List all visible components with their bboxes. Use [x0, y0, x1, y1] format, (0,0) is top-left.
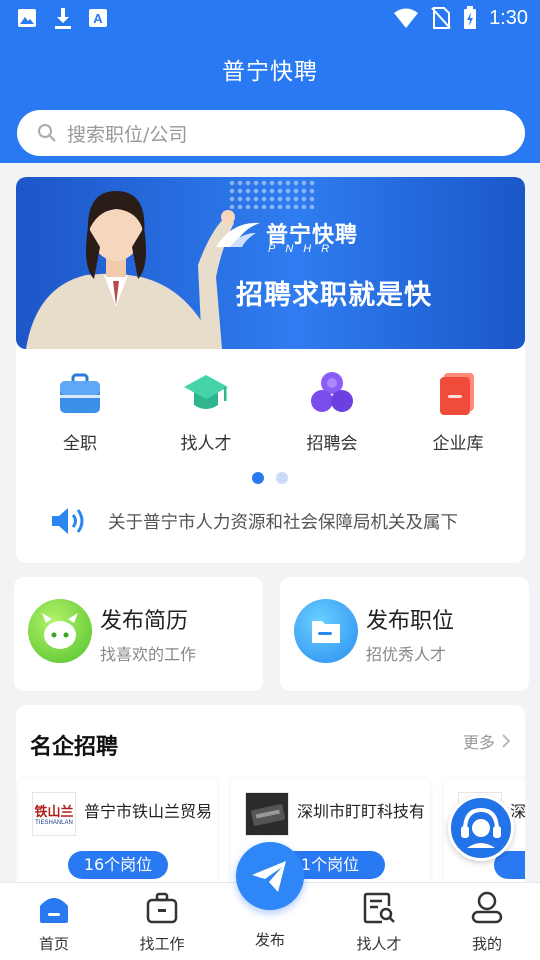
smiley-monster-icon	[42, 613, 78, 649]
app-header: A 1:30 普宁快聘 搜索职位/公司	[0, 0, 540, 163]
briefcase-icon	[60, 373, 100, 413]
status-time: 1:30	[489, 6, 528, 29]
tab-profile[interactable]: 我的	[447, 891, 527, 954]
company-name: 深圳市盯盯科技有限公司	[297, 802, 425, 821]
customer-service-button[interactable]	[448, 795, 514, 861]
post-job-title: 发布职位	[366, 609, 455, 634]
profile-icon	[471, 891, 503, 924]
tab-find-job[interactable]: 找工作	[122, 891, 202, 954]
tab-label: 首页	[38, 935, 69, 953]
section-title: 名企招聘	[30, 735, 119, 760]
svg-text:A: A	[93, 11, 103, 26]
company-logo-image	[251, 804, 285, 826]
image-notification-icon	[18, 9, 36, 27]
banner-brand-sub: PNHR	[268, 243, 340, 255]
people-group-icon	[311, 372, 353, 412]
post-job-subtitle: 招优秀人才	[366, 645, 447, 664]
notice-bar[interactable]: 关于普宁市人力资源和社会保障局机关及属下	[50, 505, 458, 537]
banner-dot-pattern	[228, 179, 318, 209]
pager-dot	[276, 472, 288, 484]
talent-search-icon	[363, 892, 395, 924]
post-resume-card[interactable]: 发布简历 找喜欢的工作	[14, 577, 263, 691]
category-label: 找人才	[180, 434, 232, 454]
post-resume-subtitle: 找喜欢的工作	[100, 645, 197, 664]
tab-label: 发布	[254, 931, 285, 949]
brand-logo-icon	[216, 222, 260, 247]
company-logo-subtext: TIESHANLAN	[35, 820, 73, 826]
notice-text: 关于普宁市人力资源和社会保障局机关及属下	[108, 512, 458, 533]
home-icon	[40, 898, 68, 923]
category-grid: 全职 找人才 招聘会 企业库	[16, 369, 525, 459]
app-notification-icon: A	[89, 9, 107, 27]
company-jobs-badge[interactable]: 16个岗位	[68, 851, 168, 879]
tab-label: 我的	[471, 935, 502, 953]
category-fulltime[interactable]: 全职	[30, 369, 130, 454]
search-placeholder: 搜索职位/公司	[67, 123, 188, 146]
page-title: 普宁快聘	[222, 59, 318, 85]
company-name: 普宁市铁山兰贸易	[84, 802, 212, 821]
download-notification-icon	[55, 8, 71, 29]
speaker-icon	[52, 508, 84, 534]
folder-icon	[312, 621, 340, 643]
banner-person-image	[26, 191, 235, 349]
category-job-fair[interactable]: 招聘会	[282, 369, 382, 454]
company-logo	[245, 792, 289, 836]
promo-banner[interactable]: 普宁快聘 PNHR 招聘求职就是快	[16, 177, 525, 349]
post-job-card[interactable]: 发布职位 招优秀人才	[280, 577, 529, 691]
briefcase-icon	[146, 892, 178, 924]
tab-label: 找工作	[139, 935, 185, 953]
category-label: 企业库	[432, 434, 484, 454]
category-pager	[252, 472, 288, 484]
company-logo: 铁山兰 TIESHANLAN	[32, 792, 76, 836]
post-resume-title: 发布简历	[100, 609, 189, 634]
send-icon	[252, 861, 286, 892]
headset-agent-icon	[461, 807, 501, 848]
tab-label: 找人才	[356, 935, 402, 953]
more-link[interactable]: 更多	[463, 729, 511, 753]
post-resume-icon-bg	[28, 599, 92, 663]
graduation-cap-icon	[184, 375, 228, 409]
tab-find-talent[interactable]: 找人才	[339, 891, 419, 954]
more-label: 更多	[462, 733, 495, 752]
banner-slogan: 招聘求职就是快	[236, 280, 432, 311]
category-label: 招聘会	[306, 434, 358, 454]
category-find-talent[interactable]: 找人才	[156, 369, 256, 454]
search-icon	[38, 124, 56, 142]
company-logo-text: 铁山兰	[34, 805, 74, 820]
company-folder-icon	[440, 373, 474, 415]
chevron-right-icon	[502, 734, 511, 748]
post-job-icon-bg	[294, 599, 358, 663]
no-sim-icon	[431, 7, 451, 29]
category-label: 全职	[63, 434, 97, 454]
category-company-library[interactable]: 企业库	[408, 369, 508, 454]
wifi-icon	[394, 8, 419, 28]
pager-dot-active	[252, 472, 264, 484]
publish-fab-button[interactable]	[236, 842, 304, 910]
tab-home[interactable]: 首页	[14, 891, 94, 954]
status-bar: A 1:30	[0, 0, 540, 38]
home-main-card: 普宁快聘 PNHR 招聘求职就是快 全职 找人才 招聘会 企业库 关于普宁市人力…	[16, 177, 525, 563]
search-input[interactable]: 搜索职位/公司	[17, 110, 525, 156]
battery-charging-icon	[464, 6, 477, 29]
